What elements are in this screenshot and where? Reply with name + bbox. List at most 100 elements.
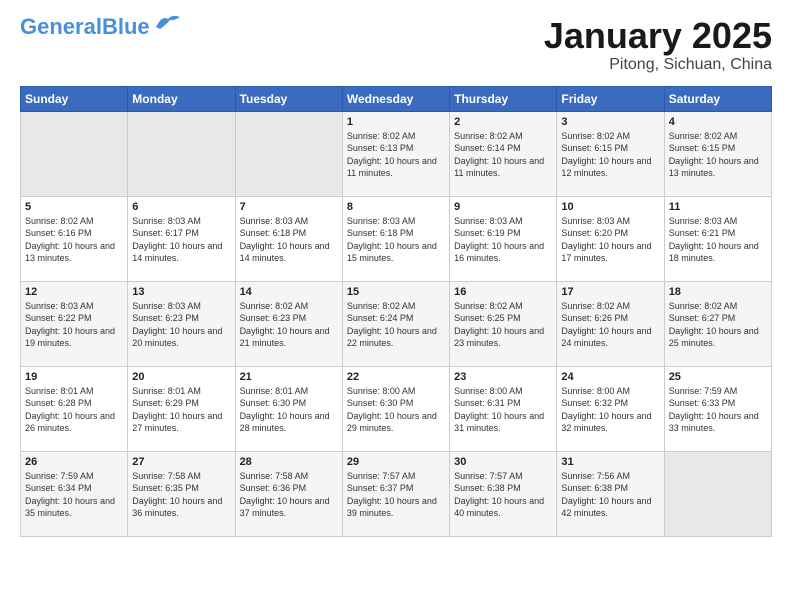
day-cell: 16 Sunrise: 8:02 AMSunset: 6:25 PMDayligh… [450,281,557,366]
day-cell: 10 Sunrise: 8:03 AMSunset: 6:20 PMDayligh… [557,196,664,281]
day-info: Sunrise: 8:02 AMSunset: 6:13 PMDaylight:… [347,131,437,179]
day-cell: 23Sunrise: 8:00 AMSunset: 6:31 PMDayligh… [450,366,557,451]
day-cell: 18Sunrise: 8:02 AMSunset: 6:27 PMDayligh… [664,281,771,366]
calendar-title: January 2025 [544,16,772,56]
day-info: Sunrise: 8:00 AMSunset: 6:31 PMDaylight:… [454,386,544,434]
day-info: Sunrise: 8:01 AMSunset: 6:29 PMDaylight:… [132,386,222,434]
day-info: Sunrise: 8:03 AMSunset: 6:17 PMDaylight:… [132,216,222,264]
day-info: Sunrise: 8:03 AMSunset: 6:22 PMDaylight:… [25,301,115,349]
day-info: Sunrise: 8:00 AMSunset: 6:30 PMDaylight:… [347,386,437,434]
day-info: Sunrise: 7:57 AMSunset: 6:38 PMDaylight:… [454,471,544,519]
day-cell: 29 Sunrise: 7:57 AMSunset: 6:37 PMDayligh… [342,451,449,536]
logo-text: GeneralBlue [20,16,150,38]
day-number: 3 [561,116,659,128]
title-block: January 2025 Pitong, Sichuan, China [544,16,772,74]
day-header-sunday: Sunday [21,86,128,111]
day-info: Sunrise: 7:59 AMSunset: 6:33 PMDaylight:… [669,386,759,434]
day-number: 31 [561,456,659,468]
day-info: Sunrise: 8:02 AMSunset: 6:15 PMDaylight:… [561,131,651,179]
day-number: 25 [669,371,767,383]
page-container: GeneralBlue January 2025 Pitong, Sichuan… [0,0,792,547]
day-info: Sunrise: 8:02 AMSunset: 6:15 PMDaylight:… [669,131,759,179]
day-number: 21 [240,371,338,383]
day-info: Sunrise: 8:02 AMSunset: 6:26 PMDaylight:… [561,301,651,349]
day-cell [21,111,128,196]
day-info: Sunrise: 7:56 AMSunset: 6:38 PMDaylight:… [561,471,651,519]
day-cell: 3 Sunrise: 8:02 AMSunset: 6:15 PMDaylight… [557,111,664,196]
day-header-monday: Monday [128,86,235,111]
day-cell: 26 Sunrise: 7:59 AMSunset: 6:34 PMDayligh… [21,451,128,536]
week-row-5: 26 Sunrise: 7:59 AMSunset: 6:34 PMDayligh… [21,451,772,536]
day-cell: 1 Sunrise: 8:02 AMSunset: 6:13 PMDaylight… [342,111,449,196]
day-header-saturday: Saturday [664,86,771,111]
day-info: Sunrise: 7:58 AMSunset: 6:35 PMDaylight:… [132,471,222,519]
day-number: 13 [132,286,230,298]
day-number: 15 [347,286,445,298]
day-cell: 8 Sunrise: 8:03 AMSunset: 6:18 PMDaylight… [342,196,449,281]
day-cell [664,451,771,536]
day-info: Sunrise: 8:03 AMSunset: 6:18 PMDaylight:… [347,216,437,264]
day-info: Sunrise: 8:02 AMSunset: 6:27 PMDaylight:… [669,301,759,349]
day-number: 4 [669,116,767,128]
day-number: 14 [240,286,338,298]
day-cell: 6 Sunrise: 8:03 AMSunset: 6:17 PMDaylight… [128,196,235,281]
day-info: Sunrise: 8:01 AMSunset: 6:28 PMDaylight:… [25,386,115,434]
day-info: Sunrise: 8:03 AMSunset: 6:21 PMDaylight:… [669,216,759,264]
page-header: GeneralBlue January 2025 Pitong, Sichuan… [20,16,772,74]
week-row-4: 19 Sunrise: 8:01 AMSunset: 6:28 PMDayligh… [21,366,772,451]
day-info: Sunrise: 8:03 AMSunset: 6:19 PMDaylight:… [454,216,544,264]
day-info: Sunrise: 8:03 AMSunset: 6:20 PMDaylight:… [561,216,651,264]
day-info: Sunrise: 7:58 AMSunset: 6:36 PMDaylight:… [240,471,330,519]
day-header-friday: Friday [557,86,664,111]
day-number: 10 [561,201,659,213]
day-cell [235,111,342,196]
day-info: Sunrise: 7:59 AMSunset: 6:34 PMDaylight:… [25,471,115,519]
day-cell: 15 Sunrise: 8:02 AMSunset: 6:24 PMDayligh… [342,281,449,366]
logo: GeneralBlue [20,16,182,38]
day-cell: 21 Sunrise: 8:01 AMSunset: 6:30 PMDayligh… [235,366,342,451]
day-number: 1 [347,116,445,128]
day-number: 8 [347,201,445,213]
day-number: 29 [347,456,445,468]
day-number: 16 [454,286,552,298]
day-cell: 19 Sunrise: 8:01 AMSunset: 6:28 PMDayligh… [21,366,128,451]
day-info: Sunrise: 8:01 AMSunset: 6:30 PMDaylight:… [240,386,330,434]
day-cell: 24 Sunrise: 8:00 AMSunset: 6:32 PMDayligh… [557,366,664,451]
day-cell: 17Sunrise: 8:02 AMSunset: 6:26 PMDayligh… [557,281,664,366]
day-info: Sunrise: 8:00 AMSunset: 6:32 PMDaylight:… [561,386,651,434]
day-info: Sunrise: 8:02 AMSunset: 6:25 PMDaylight:… [454,301,544,349]
day-header-tuesday: Tuesday [235,86,342,111]
header-row: SundayMondayTuesdayWednesdayThursdayFrid… [21,86,772,111]
day-number: 20 [132,371,230,383]
day-info: Sunrise: 8:03 AMSunset: 6:23 PMDaylight:… [132,301,222,349]
day-number: 2 [454,116,552,128]
day-cell: 11 Sunrise: 8:03 AMSunset: 6:21 PMDayligh… [664,196,771,281]
day-number: 26 [25,456,123,468]
day-info: Sunrise: 8:02 AMSunset: 6:16 PMDaylight:… [25,216,115,264]
day-cell: 12Sunrise: 8:03 AMSunset: 6:22 PMDayligh… [21,281,128,366]
day-info: Sunrise: 8:02 AMSunset: 6:23 PMDaylight:… [240,301,330,349]
day-cell [128,111,235,196]
day-cell: 13 Sunrise: 8:03 AMSunset: 6:23 PMDayligh… [128,281,235,366]
day-info: Sunrise: 8:02 AMSunset: 6:24 PMDaylight:… [347,301,437,349]
day-header-wednesday: Wednesday [342,86,449,111]
day-cell: 14 Sunrise: 8:02 AMSunset: 6:23 PMDayligh… [235,281,342,366]
week-row-2: 5Sunrise: 8:02 AMSunset: 6:16 PMDaylight… [21,196,772,281]
day-cell: 31 Sunrise: 7:56 AMSunset: 6:38 PMDayligh… [557,451,664,536]
logo-bird-icon [154,13,182,33]
day-cell: 2Sunrise: 8:02 AMSunset: 6:14 PMDaylight… [450,111,557,196]
day-cell: 7 Sunrise: 8:03 AMSunset: 6:18 PMDaylight… [235,196,342,281]
day-info: Sunrise: 8:03 AMSunset: 6:18 PMDaylight:… [240,216,330,264]
day-cell: 4 Sunrise: 8:02 AMSunset: 6:15 PMDaylight… [664,111,771,196]
day-number: 19 [25,371,123,383]
day-number: 7 [240,201,338,213]
day-number: 6 [132,201,230,213]
week-row-1: 1 Sunrise: 8:02 AMSunset: 6:13 PMDaylight… [21,111,772,196]
day-info: Sunrise: 7:57 AMSunset: 6:37 PMDaylight:… [347,471,437,519]
day-cell: 9Sunrise: 8:03 AMSunset: 6:19 PMDaylight… [450,196,557,281]
calendar-table: SundayMondayTuesdayWednesdayThursdayFrid… [20,86,772,537]
day-number: 11 [669,201,767,213]
day-cell: 25 Sunrise: 7:59 AMSunset: 6:33 PMDayligh… [664,366,771,451]
day-number: 24 [561,371,659,383]
calendar-subtitle: Pitong, Sichuan, China [544,56,772,74]
